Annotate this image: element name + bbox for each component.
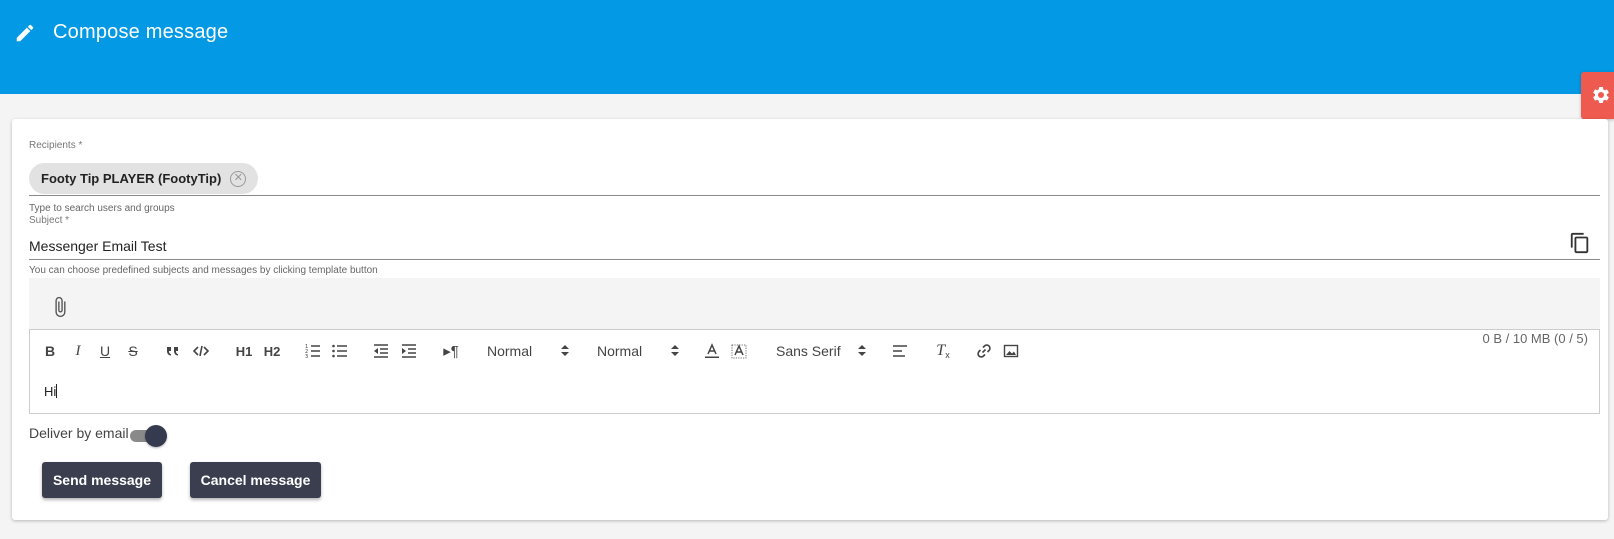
recipients-underline [29,195,1600,196]
gear-icon[interactable] [1591,85,1611,105]
text-caret [56,384,58,398]
subject-underline [29,259,1600,260]
editor-content: Hi [44,384,57,399]
font-select[interactable]: Sans Serif [776,341,866,361]
image-icon[interactable] [1003,341,1019,361]
clear-format-icon[interactable]: Tx [934,341,952,361]
message-editor[interactable]: Hi [29,370,1600,414]
h2-label: H2 [263,343,281,359]
h1-label: H1 [235,343,253,359]
h1-icon[interactable]: H1 [234,341,254,361]
indent-icon[interactable] [401,341,417,361]
font-select-value: Sans Serif [776,343,841,359]
recipients-label: Recipients * [29,140,83,151]
page-header: Compose message [0,0,1614,94]
paperclip-icon[interactable] [49,295,71,319]
compose-form: Recipients * Footy Tip PLAYER (FootyTip)… [12,119,1608,520]
italic-icon[interactable]: I [70,341,86,361]
close-circle-icon[interactable]: ✕ [230,170,247,187]
attachments-bar [29,278,1600,336]
header-select-value: Normal [597,343,643,359]
editor-toolbar: B I U S H1 H2 1 2 3 ▸¶ Normal Normal San… [29,329,1600,371]
subject-hint: You can choose predefined subjects and m… [29,265,378,276]
deliver-by-email-toggle[interactable] [130,425,167,447]
align-icon[interactable] [892,341,908,361]
subject-input[interactable]: Messenger Email Test [29,238,166,254]
size-select-value: Normal [487,343,533,359]
deliver-by-email-label: Deliver by email [29,425,129,441]
bullet-list-icon[interactable] [332,341,348,361]
header-select[interactable]: Normal [597,341,679,361]
subject-label: Subject * [29,215,70,226]
cancel-message-button[interactable]: Cancel message [190,462,321,498]
size-select[interactable]: Normal [487,341,569,361]
ordered-list-icon[interactable]: 1 2 3 [305,341,321,361]
toggle-knob [145,425,167,447]
background-color-icon[interactable] [731,341,747,361]
recipients-hint: Type to search users and groups [29,203,175,214]
recipient-chip[interactable]: Footy Tip PLAYER (FootyTip) ✕ [29,163,259,194]
svg-text:3: 3 [305,354,308,360]
outdent-icon[interactable] [373,341,389,361]
text-color-icon[interactable] [704,341,720,361]
h2-icon[interactable]: H2 [262,341,282,361]
page-title: Compose message [53,21,229,43]
strike-icon[interactable]: S [125,341,141,361]
code-block-icon[interactable] [193,341,209,361]
settings-tab[interactable] [1581,72,1614,119]
blockquote-icon[interactable] [165,341,181,361]
select-arrows-icon [561,345,569,357]
bold-icon[interactable]: B [42,341,58,361]
link-icon[interactable] [976,341,992,361]
recipient-chip-label: Footy Tip PLAYER (FootyTip) [41,171,222,186]
select-arrows-icon [858,345,866,357]
attachments-info: 0 B / 10 MB (0 / 5) [1482,331,1589,346]
pencil-icon [16,24,34,42]
select-arrows-icon [671,345,679,357]
copy-icon[interactable] [1569,232,1591,254]
underline-icon[interactable]: U [97,341,113,361]
send-message-button[interactable]: Send message [42,462,162,498]
text-direction-icon[interactable]: ▸¶ [441,341,461,361]
